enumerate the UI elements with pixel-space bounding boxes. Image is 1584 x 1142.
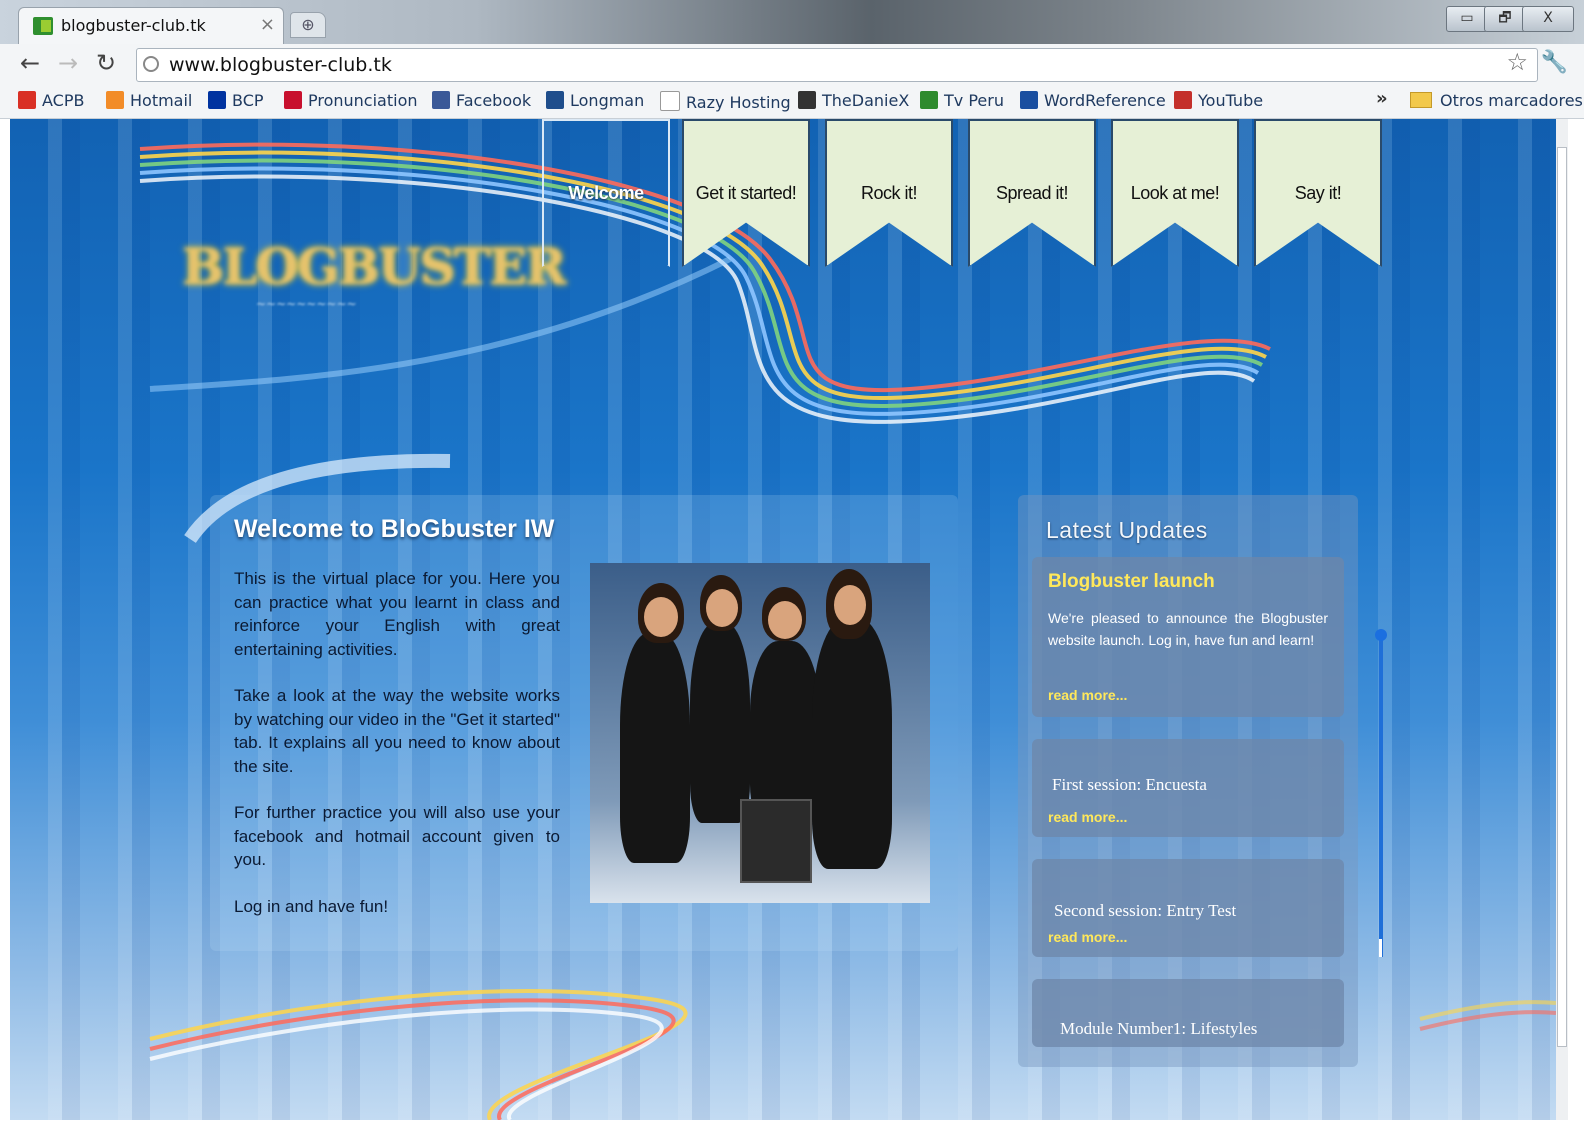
read-more-link[interactable]: read more...	[1048, 809, 1127, 825]
welcome-paragraph: Take a look at the way the website works…	[234, 686, 560, 776]
update-heading[interactable]: Second session: Entry Test	[1054, 901, 1236, 921]
updates-scroll-track[interactable]	[1379, 635, 1383, 957]
update-heading[interactable]: Module Number1: Lifestyles	[1060, 1019, 1257, 1039]
update-card: Blogbuster launch We're pleased to annou…	[1032, 557, 1344, 717]
wrench-menu-icon[interactable]: 🔧	[1541, 50, 1568, 75]
welcome-title: Welcome to BloGbuster IW	[234, 515, 555, 543]
tab-close-icon[interactable]: ×	[260, 14, 275, 35]
updates-scroll-end	[1379, 939, 1382, 957]
latest-updates-title: Latest Updates	[1046, 517, 1208, 543]
hj-icon	[284, 91, 302, 109]
tab-title: blogbuster-club.tk	[61, 16, 206, 35]
forward-icon[interactable]: →	[58, 50, 78, 76]
update-heading[interactable]: Blogbuster launch	[1048, 571, 1215, 593]
welcome-text: This is the virtual place for you. Here …	[234, 567, 560, 941]
logo-tagline: ~~~~~~~~~~	[256, 297, 357, 311]
bookmark-pronunciation[interactable]: Pronunciation	[284, 91, 418, 110]
gmail-icon	[18, 91, 36, 109]
update-card: First session: Encuesta read more...	[1032, 739, 1344, 837]
bookmark-bcp[interactable]: BCP	[208, 91, 264, 110]
back-icon[interactable]: ←	[20, 50, 40, 76]
read-more-link[interactable]: read more...	[1048, 687, 1127, 703]
bookmark-youtube[interactable]: YouTube	[1174, 91, 1263, 110]
browser-titlebar: blogbuster-club.tk × ⊕ ▭ 🗗 X	[0, 0, 1584, 44]
bookmark-longman[interactable]: Longman	[546, 91, 644, 110]
update-card: Module Number1: Lifestyles	[1032, 979, 1344, 1047]
update-card: Second session: Entry Test read more...	[1032, 859, 1344, 957]
bookmarks-overflow-button[interactable]: »	[1376, 88, 1388, 109]
bookmark-star-icon[interactable]: ☆	[1506, 48, 1528, 76]
new-tab-button[interactable]: ⊕	[290, 12, 326, 38]
facebook-icon	[432, 91, 450, 109]
update-body: We're pleased to announce the Blogbuster…	[1048, 610, 1328, 648]
bookmark-thedaniex[interactable]: TheDanieX	[798, 91, 909, 110]
tvperu-icon	[920, 91, 938, 109]
reload-icon[interactable]: ↻	[96, 50, 116, 76]
site-favicon-icon	[33, 17, 53, 35]
biohazard-icon	[798, 91, 816, 109]
hotmail-icon	[106, 91, 124, 109]
nav-tab-get-it-started[interactable]: Get it started!	[682, 119, 810, 267]
nav-tab-look-at-me[interactable]: Look at me!	[1111, 119, 1239, 267]
browser-tab[interactable]: blogbuster-club.tk ×	[18, 7, 284, 44]
page-bottom-edge	[0, 1120, 1584, 1142]
longman-icon	[546, 91, 564, 109]
web-page: BLOGBUSTER ~~~~~~~~~~ Welcome Get it sta…	[10, 119, 1556, 1120]
address-bar[interactable]: www.blogbuster-club.tk	[136, 48, 1538, 82]
bookmark-facebook[interactable]: Facebook	[432, 91, 531, 110]
bcp-icon	[208, 91, 226, 109]
nav-tab-say-it[interactable]: Say it!	[1254, 119, 1382, 267]
updates-scroll-knob[interactable]	[1375, 629, 1387, 641]
laptop	[740, 799, 812, 883]
welcome-paragraph: This is the virtual place for you. Here …	[234, 569, 560, 659]
bookmark-wordreference[interactable]: WordReference	[1020, 91, 1166, 110]
blogbuster-logo[interactable]: BLOGBUSTER ~~~~~~~~~~	[182, 237, 567, 317]
other-bookmarks-folder[interactable]: Otros marcadores	[1410, 91, 1583, 110]
page-icon	[660, 91, 680, 111]
minimize-button[interactable]: ▭	[1446, 6, 1488, 32]
page-scrollbar[interactable]	[1556, 119, 1568, 1120]
students-group-photo	[590, 563, 930, 903]
folder-icon	[1410, 92, 1432, 108]
nav-tab-rock-it[interactable]: Rock it!	[825, 119, 953, 267]
nav-tab-spread-it[interactable]: Spread it!	[968, 119, 1096, 267]
page-info-icon[interactable]	[143, 56, 159, 72]
restore-button[interactable]: 🗗	[1484, 6, 1526, 32]
bookmark-hotmail[interactable]: Hotmail	[106, 91, 192, 110]
bookmark-acpb[interactable]: ACPB	[18, 91, 84, 110]
wordreference-icon	[1020, 91, 1038, 109]
welcome-paragraph: Log in and have fun!	[234, 896, 389, 916]
bookmark-razy-hosting[interactable]: Razy Hosting	[660, 91, 791, 112]
scrollbar-thumb[interactable]	[1557, 147, 1567, 1047]
logo-text: BLOGBUSTER	[182, 237, 567, 296]
browser-toolbar: ← → ↻ www.blogbuster-club.tk ☆ 🔧	[0, 44, 1584, 84]
update-heading[interactable]: First session: Encuesta	[1052, 775, 1207, 795]
bookmarks-bar: ACPB Hotmail BCP Pronunciation Facebook …	[0, 84, 1584, 119]
url-text[interactable]: www.blogbuster-club.tk	[169, 54, 392, 76]
welcome-paragraph: For further practice you will also use y…	[234, 803, 560, 869]
youtube-icon	[1174, 91, 1192, 109]
close-window-button[interactable]: X	[1522, 6, 1574, 32]
nav-tab-welcome[interactable]: Welcome	[542, 119, 670, 267]
bookmark-tv-peru[interactable]: Tv Peru	[920, 91, 1004, 110]
read-more-link[interactable]: read more...	[1048, 929, 1127, 945]
